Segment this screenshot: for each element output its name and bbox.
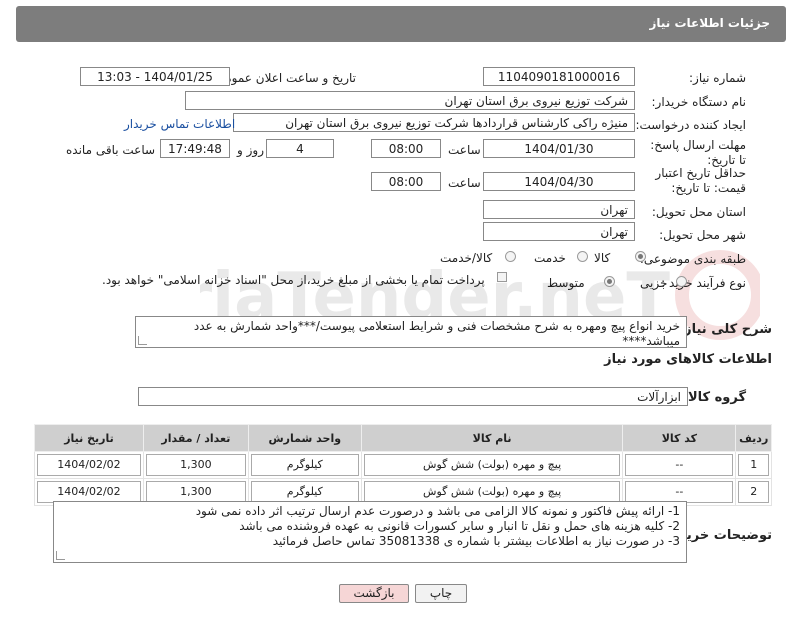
buyer-note-line: 3- در صورت نیاز به اطلاعات بیشتر با شمار… [272, 534, 680, 548]
cell-code: -- [625, 454, 734, 476]
category-radio-service[interactable] [577, 251, 588, 262]
days-label: روز و [237, 143, 264, 157]
cell-unit: کیلوگرم [250, 454, 359, 476]
goods-table: ردیف کد کالا نام کالا واحد شمارش تعداد /… [34, 424, 772, 506]
cell-qty: 1,300 [145, 481, 246, 503]
announce-label: تاریخ و ساعت اعلان عمومی: [211, 71, 356, 85]
city-field: تهران [483, 222, 635, 241]
process-option-medium: متوسط [547, 276, 585, 290]
validity-hour-label: ساعت [448, 176, 481, 190]
cell-row: 2 [738, 481, 769, 503]
buyer-contact-link[interactable]: اطلاعات تماس خریدار [124, 117, 235, 131]
remaining-label: ساعت باقی مانده [66, 143, 156, 157]
col-row: ردیف [735, 424, 772, 452]
creator-label: ایجاد کننده درخواست: [635, 118, 746, 132]
deadline-label: مهلت ارسال پاسخ: تا تاریخ: [650, 138, 746, 167]
category-radio-goods[interactable] [635, 251, 646, 262]
process-label: نوع فرآیند خرید : [661, 276, 746, 290]
province-label: استان محل تحویل: [651, 205, 746, 219]
cell-date: 1404/02/02 [37, 481, 141, 503]
need-number-field: 1104090181000016 [483, 67, 635, 86]
col-date: تاریخ نیاز [34, 424, 144, 452]
deadline-time-field: 08:00 [371, 139, 441, 158]
announce-field: 1404/01/25 - 13:03 [80, 67, 230, 86]
province-field: تهران [483, 200, 635, 219]
buyer-label: نام دستگاه خریدار: [651, 95, 747, 109]
back-button[interactable]: بازگشت [339, 584, 409, 603]
buyer-note-line: 1- ارائه پیش فاکتور و نمونه کالا الزامی … [195, 504, 680, 518]
category-option-goods: کالا [594, 251, 611, 265]
cell-row: 1 [738, 454, 769, 476]
table-header-row: ردیف کد کالا نام کالا واحد شمارش تعداد /… [34, 424, 772, 452]
category-option-both: کالا/خدمت [440, 251, 493, 265]
payment-note: پرداخت تمام یا بخشی از مبلغ خرید،از محل … [102, 273, 485, 287]
category-radio-both[interactable] [505, 251, 516, 262]
cell-unit: کیلوگرم [250, 481, 359, 503]
description-label: شرح کلی نیاز: [678, 322, 772, 337]
col-qty: تعداد / مقدار [142, 424, 249, 452]
validity-label: حداقل تاریخ اعتبار قیمت: تا تاریخ: [655, 166, 746, 195]
deadline-date-field: 1404/01/30 [483, 139, 635, 158]
goods-group-label: گروه کالا: [682, 390, 746, 405]
cell-qty: 1,300 [145, 454, 246, 476]
treasury-checkbox[interactable] [497, 272, 507, 282]
need-number-label: شماره نیاز: [689, 71, 746, 85]
col-code: کد کالا [622, 424, 737, 452]
col-name: نام کالا [360, 424, 624, 452]
remaining-time-field: 17:49:48 [160, 139, 230, 158]
resize-handle-icon[interactable] [138, 336, 147, 345]
buyer-note-line: 2- کلیه هزینه های حمل و نقل تا انبار و س… [239, 519, 680, 533]
validity-time-field: 08:00 [371, 172, 441, 191]
description-text: خرید انواع پیچ ومهره به شرح مشخصات فنی و… [193, 319, 680, 348]
page-title: جزئیات اطلاعات نیاز [649, 16, 770, 30]
table-row: 1 -- پیچ و مهره (بولت) شش گوش کیلوگرم 1,… [34, 451, 772, 479]
cell-name: پیچ و مهره (بولت) شش گوش [363, 481, 621, 503]
resize-handle-icon[interactable] [56, 551, 65, 560]
buyer-field: شرکت توزیع نیروی برق استان تهران [185, 91, 635, 110]
col-unit: واحد شمارش [247, 424, 362, 452]
cell-name: پیچ و مهره (بولت) شش گوش [363, 454, 621, 476]
cell-code: -- [625, 481, 734, 503]
days-field: 4 [266, 139, 334, 158]
process-option-minor: جزیی [640, 276, 668, 290]
goods-section-title: اطلاعات کالاهای مورد نیاز [604, 352, 772, 367]
validity-date-field: 1404/04/30 [483, 172, 635, 191]
creator-field: منیژه راکی کارشناس قراردادها شرکت توزیع … [233, 113, 635, 132]
category-label: طبقه بندی موضوعی: [639, 252, 746, 266]
deadline-hour-label: ساعت [448, 143, 481, 157]
cell-date: 1404/02/02 [37, 454, 141, 476]
goods-group-field: ابزارآلات [138, 387, 688, 406]
description-textarea[interactable]: خرید انواع پیچ ومهره به شرح مشخصات فنی و… [135, 316, 687, 348]
process-radio-minor[interactable] [676, 276, 687, 287]
city-label: شهر محل تحویل: [659, 228, 746, 242]
process-radio-medium[interactable] [604, 276, 615, 287]
buyer-notes-textarea[interactable]: 1- ارائه پیش فاکتور و نمونه کالا الزامی … [53, 501, 687, 563]
print-button[interactable]: چاپ [415, 584, 467, 603]
category-option-service: خدمت [534, 251, 566, 265]
